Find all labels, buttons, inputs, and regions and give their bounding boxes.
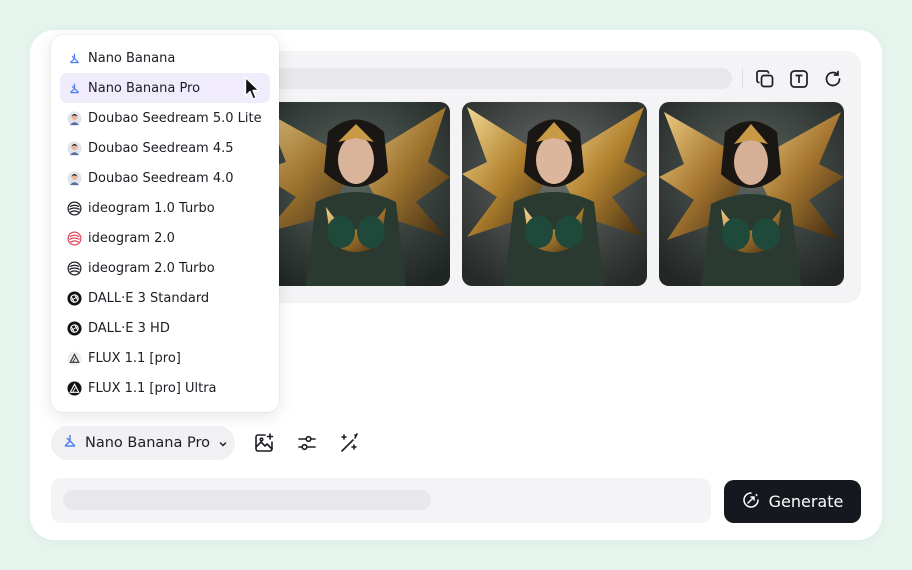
prompt-input[interactable]	[51, 478, 711, 523]
mouse-cursor-icon	[244, 76, 262, 106]
model-option-nano-banana[interactable]: Nano Banana	[60, 43, 270, 73]
chevron-down-icon	[218, 434, 228, 453]
nano-banana-icon	[62, 433, 78, 453]
model-option-doubao-seedream-5-lite[interactable]: Doubao Seedream 5.0 Lite	[60, 103, 270, 133]
ideogram-icon	[66, 200, 82, 216]
generated-image-2[interactable]	[462, 102, 647, 286]
model-option-flux-1-1-pro-ultra[interactable]: FLUX 1.1 [pro] Ultra	[60, 373, 270, 403]
copy-icon[interactable]	[753, 67, 777, 91]
generate-label: Generate	[768, 492, 844, 511]
generated-image-3[interactable]	[659, 102, 844, 286]
add-image-icon[interactable]	[252, 431, 276, 455]
model-selector-button[interactable]: Nano Banana Pro	[51, 426, 235, 460]
prompt-display-placeholder	[270, 68, 732, 89]
flux-icon	[66, 350, 82, 366]
model-option-dalle-3-standard[interactable]: DALL·E 3 Standard	[60, 283, 270, 313]
ideogram-red-icon	[66, 230, 82, 246]
model-option-doubao-seedream-4-0[interactable]: Doubao Seedream 4.0	[60, 163, 270, 193]
magic-wand-icon[interactable]	[337, 431, 361, 455]
generate-button[interactable]: Generate	[724, 480, 861, 523]
model-option-ideogram-2-turbo[interactable]: ideogram 2.0 Turbo	[60, 253, 270, 283]
model-option-ideogram-2[interactable]: ideogram 2.0	[60, 223, 270, 253]
text-icon[interactable]	[787, 67, 811, 91]
model-option-ideogram-1-turbo[interactable]: ideogram 1.0 Turbo	[60, 193, 270, 223]
model-selector-label: Nano Banana Pro	[85, 435, 210, 451]
model-option-dalle-3-hd[interactable]: DALL·E 3 HD	[60, 313, 270, 343]
model-option-flux-1-1-pro[interactable]: FLUX 1.1 [pro]	[60, 343, 270, 373]
model-option-nano-banana-pro[interactable]: Nano Banana Pro	[60, 73, 270, 103]
flux-dark-icon	[66, 380, 82, 396]
nano-banana-icon	[66, 50, 82, 66]
sliders-icon[interactable]	[295, 431, 319, 455]
generated-image-1[interactable]	[256, 102, 450, 286]
nano-banana-icon	[66, 80, 82, 96]
model-option-doubao-seedream-4-5[interactable]: Doubao Seedream 4.5	[60, 133, 270, 163]
openai-icon	[66, 320, 82, 336]
openai-icon	[66, 290, 82, 306]
ideogram-icon	[66, 260, 82, 276]
generate-icon	[742, 491, 760, 513]
prompt-placeholder	[63, 490, 431, 510]
doubao-icon	[66, 140, 82, 156]
doubao-icon	[66, 110, 82, 126]
refresh-icon[interactable]	[821, 67, 845, 91]
doubao-icon	[66, 170, 82, 186]
divider	[742, 68, 743, 89]
